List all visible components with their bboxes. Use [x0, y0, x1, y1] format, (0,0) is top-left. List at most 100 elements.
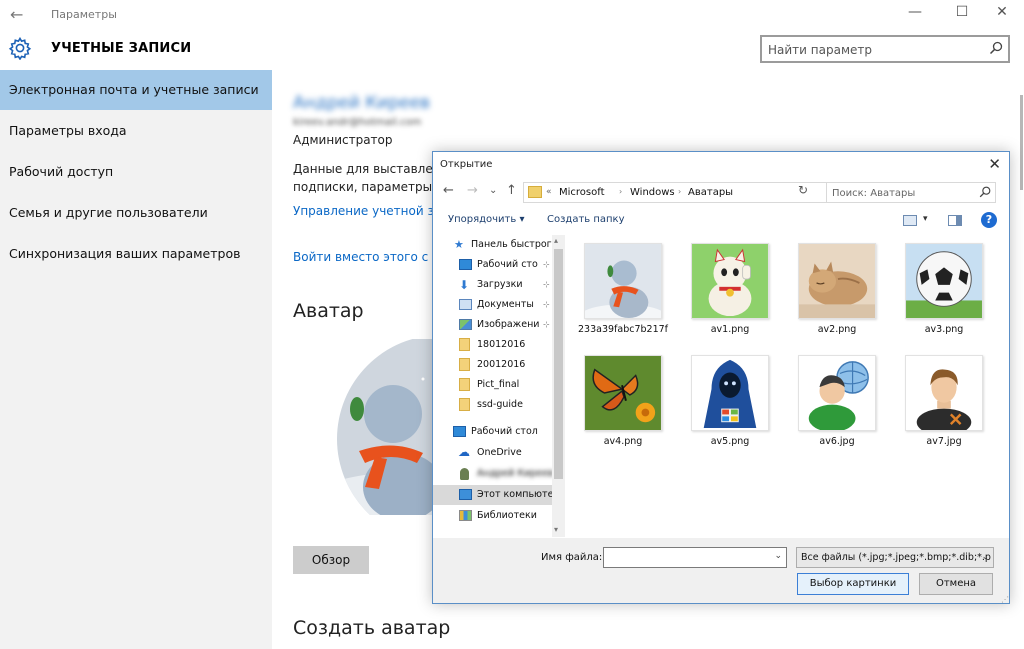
- tree-item-folder-pict-final[interactable]: Pict_final: [457, 375, 551, 395]
- sidebar-item-work-access[interactable]: Рабочий доступ: [0, 152, 272, 192]
- file-name-field[interactable]: ⌄: [603, 547, 787, 568]
- select-picture-button[interactable]: Выбор картинки: [797, 573, 909, 595]
- sign-in-local-link[interactable]: Войти вместо этого с ло: [293, 250, 447, 264]
- file-item[interactable]: av3.png: [894, 243, 994, 336]
- pin-icon: ⊹: [543, 260, 550, 269]
- sidebar-item-sync[interactable]: Синхронизация ваших параметров: [0, 234, 272, 274]
- browse-button[interactable]: Обзор: [293, 546, 369, 574]
- current-avatar-image: [337, 339, 441, 515]
- tree-item-libraries[interactable]: Библиотеки: [457, 506, 551, 526]
- tree-item-desktop[interactable]: Рабочий стол: [451, 422, 551, 442]
- file-type-value: Все файлы (*.jpg;*.jpeg;*.bmp;*.dib;*.p: [801, 552, 991, 563]
- file-name-label: Имя файла:: [541, 552, 603, 563]
- file-item[interactable]: av6.jpg: [787, 355, 887, 448]
- nav-recent-dropdown[interactable]: ⌄: [489, 185, 497, 196]
- file-item[interactable]: av1.png: [680, 243, 780, 336]
- settings-header: УЧЕТНЫЕ ЗАПИСИ: [0, 30, 1024, 70]
- view-options-icon[interactable]: [903, 215, 917, 226]
- section-title: УЧЕТНЫЕ ЗАПИСИ: [51, 41, 192, 56]
- folder-icon: [459, 338, 470, 351]
- avatar-heading: Аватар: [293, 300, 364, 322]
- tree-item-documents[interactable]: Документы ⊹: [457, 295, 551, 315]
- tree-item-folder-20012016[interactable]: 20012016: [457, 355, 551, 375]
- nav-back-button[interactable]: ←: [443, 183, 454, 198]
- sidebar-item-sign-in-options[interactable]: Параметры входа: [0, 111, 272, 151]
- tree-item-this-pc[interactable]: Этот компьютер: [433, 485, 559, 505]
- new-folder-button[interactable]: Создать папку: [547, 214, 625, 225]
- file-name: av2.png: [817, 324, 857, 335]
- minimize-button[interactable]: —: [900, 4, 930, 24]
- file-item[interactable]: av4.png: [573, 355, 673, 448]
- file-thumbnail: [584, 243, 662, 319]
- file-item[interactable]: 233a39fabc7b217f: [573, 243, 673, 336]
- organize-button[interactable]: Упорядочить ▾: [448, 214, 524, 225]
- close-button[interactable]: ✕: [987, 4, 1017, 24]
- nav-forward-button[interactable]: →: [467, 183, 478, 198]
- back-arrow-icon[interactable]: ←: [10, 5, 23, 24]
- settings-search-box[interactable]: [760, 35, 1010, 63]
- sidebar-item-email-accounts[interactable]: Электронная почта и учетные записи: [0, 70, 272, 110]
- cancel-button[interactable]: Отмена: [919, 573, 993, 595]
- pin-icon: ⊹: [543, 300, 550, 309]
- hooded-figure-thumbnail: [692, 356, 768, 430]
- file-name: av6.jpg: [819, 436, 855, 447]
- butterfly-thumbnail: [585, 356, 661, 430]
- tree-item-pictures[interactable]: Изображени ⊹: [457, 315, 551, 335]
- file-name: av3.png: [924, 324, 964, 335]
- nav-up-button[interactable]: ↑: [506, 183, 517, 198]
- tree-item-folder-ssd-guide[interactable]: ssd-guide: [457, 395, 551, 415]
- tree-item-quick-access[interactable]: ★ Панель быстрого: [451, 235, 557, 255]
- dialog-toolbar: Упорядочить ▾ Создать папку ▾ ?: [433, 209, 1009, 233]
- file-type-select[interactable]: Все файлы (*.jpg;*.jpeg;*.bmp;*.dib;*.p …: [796, 547, 994, 568]
- computer-icon: [459, 489, 472, 500]
- tree-item-desktop-pinned[interactable]: Рабочий сто ⊹: [457, 255, 551, 275]
- dialog-search-input[interactable]: [832, 186, 972, 200]
- breadcrumb-microsoft[interactable]: Microsoft: [559, 187, 605, 198]
- folder-icon: [459, 358, 470, 371]
- file-name: av7.jpg: [926, 436, 962, 447]
- dialog-search-box[interactable]: [826, 182, 996, 203]
- tree-item-user-folder[interactable]: Андрей Киреев: [457, 464, 554, 484]
- dialog-close-button[interactable]: ✕: [988, 155, 1001, 173]
- file-item[interactable]: av5.png: [680, 355, 780, 448]
- file-item[interactable]: av2.png: [787, 243, 887, 336]
- file-thumbnail: [798, 243, 876, 319]
- navigation-scrollbar[interactable]: ▴ ▾: [552, 235, 565, 537]
- tree-item-folder-18012016[interactable]: 18012016: [457, 335, 551, 355]
- help-icon[interactable]: ?: [981, 212, 997, 228]
- library-icon: [459, 510, 472, 521]
- desktop-icon: [459, 259, 472, 270]
- view-options-dropdown[interactable]: ▾: [923, 214, 928, 224]
- resize-grip[interactable]: ⋰: [1001, 595, 1009, 603]
- file-thumbnail: [905, 243, 983, 319]
- refresh-icon[interactable]: ↻: [798, 183, 808, 197]
- star-icon: ★: [454, 238, 464, 251]
- settings-search-input[interactable]: [768, 41, 978, 58]
- scroll-down-arrow[interactable]: ▾: [554, 525, 558, 534]
- folder-icon: [459, 398, 470, 411]
- user-role: Администратор: [293, 133, 393, 147]
- search-icon[interactable]: [988, 40, 1004, 56]
- tree-item-downloads[interactable]: ⬇ Загрузки ⊹: [457, 275, 551, 295]
- window-title: Параметры: [51, 8, 117, 21]
- sidebar-item-family[interactable]: Семья и другие пользователи: [0, 193, 272, 233]
- file-name: av5.png: [710, 436, 750, 447]
- download-icon: ⬇: [459, 278, 470, 292]
- scrollbar-thumb[interactable]: [554, 249, 563, 479]
- file-item[interactable]: av7.jpg: [894, 355, 994, 448]
- preview-pane-icon[interactable]: [948, 215, 962, 226]
- breadcrumb-windows[interactable]: Windows: [630, 187, 675, 198]
- file-name-dropdown[interactable]: ⌄: [774, 551, 782, 561]
- file-name: av4.png: [603, 436, 643, 447]
- scroll-up-arrow[interactable]: ▴: [554, 236, 558, 245]
- file-name-input[interactable]: [608, 551, 768, 565]
- open-file-dialog: Открытие ✕ ← → ⌄ ↑ « Microsoft › Windows…: [432, 151, 1010, 604]
- content-scrollbar[interactable]: [1020, 95, 1023, 190]
- soccer-ball-thumbnail: [906, 244, 982, 318]
- tree-item-onedrive[interactable]: ☁ OneDrive: [457, 443, 551, 463]
- breadcrumb-avatars[interactable]: Аватары: [688, 187, 733, 198]
- file-thumbnail: [905, 355, 983, 431]
- maximize-button[interactable]: ☐: [947, 4, 977, 24]
- manage-account-link[interactable]: Управление учетной за: [293, 204, 441, 218]
- search-icon[interactable]: [978, 185, 992, 199]
